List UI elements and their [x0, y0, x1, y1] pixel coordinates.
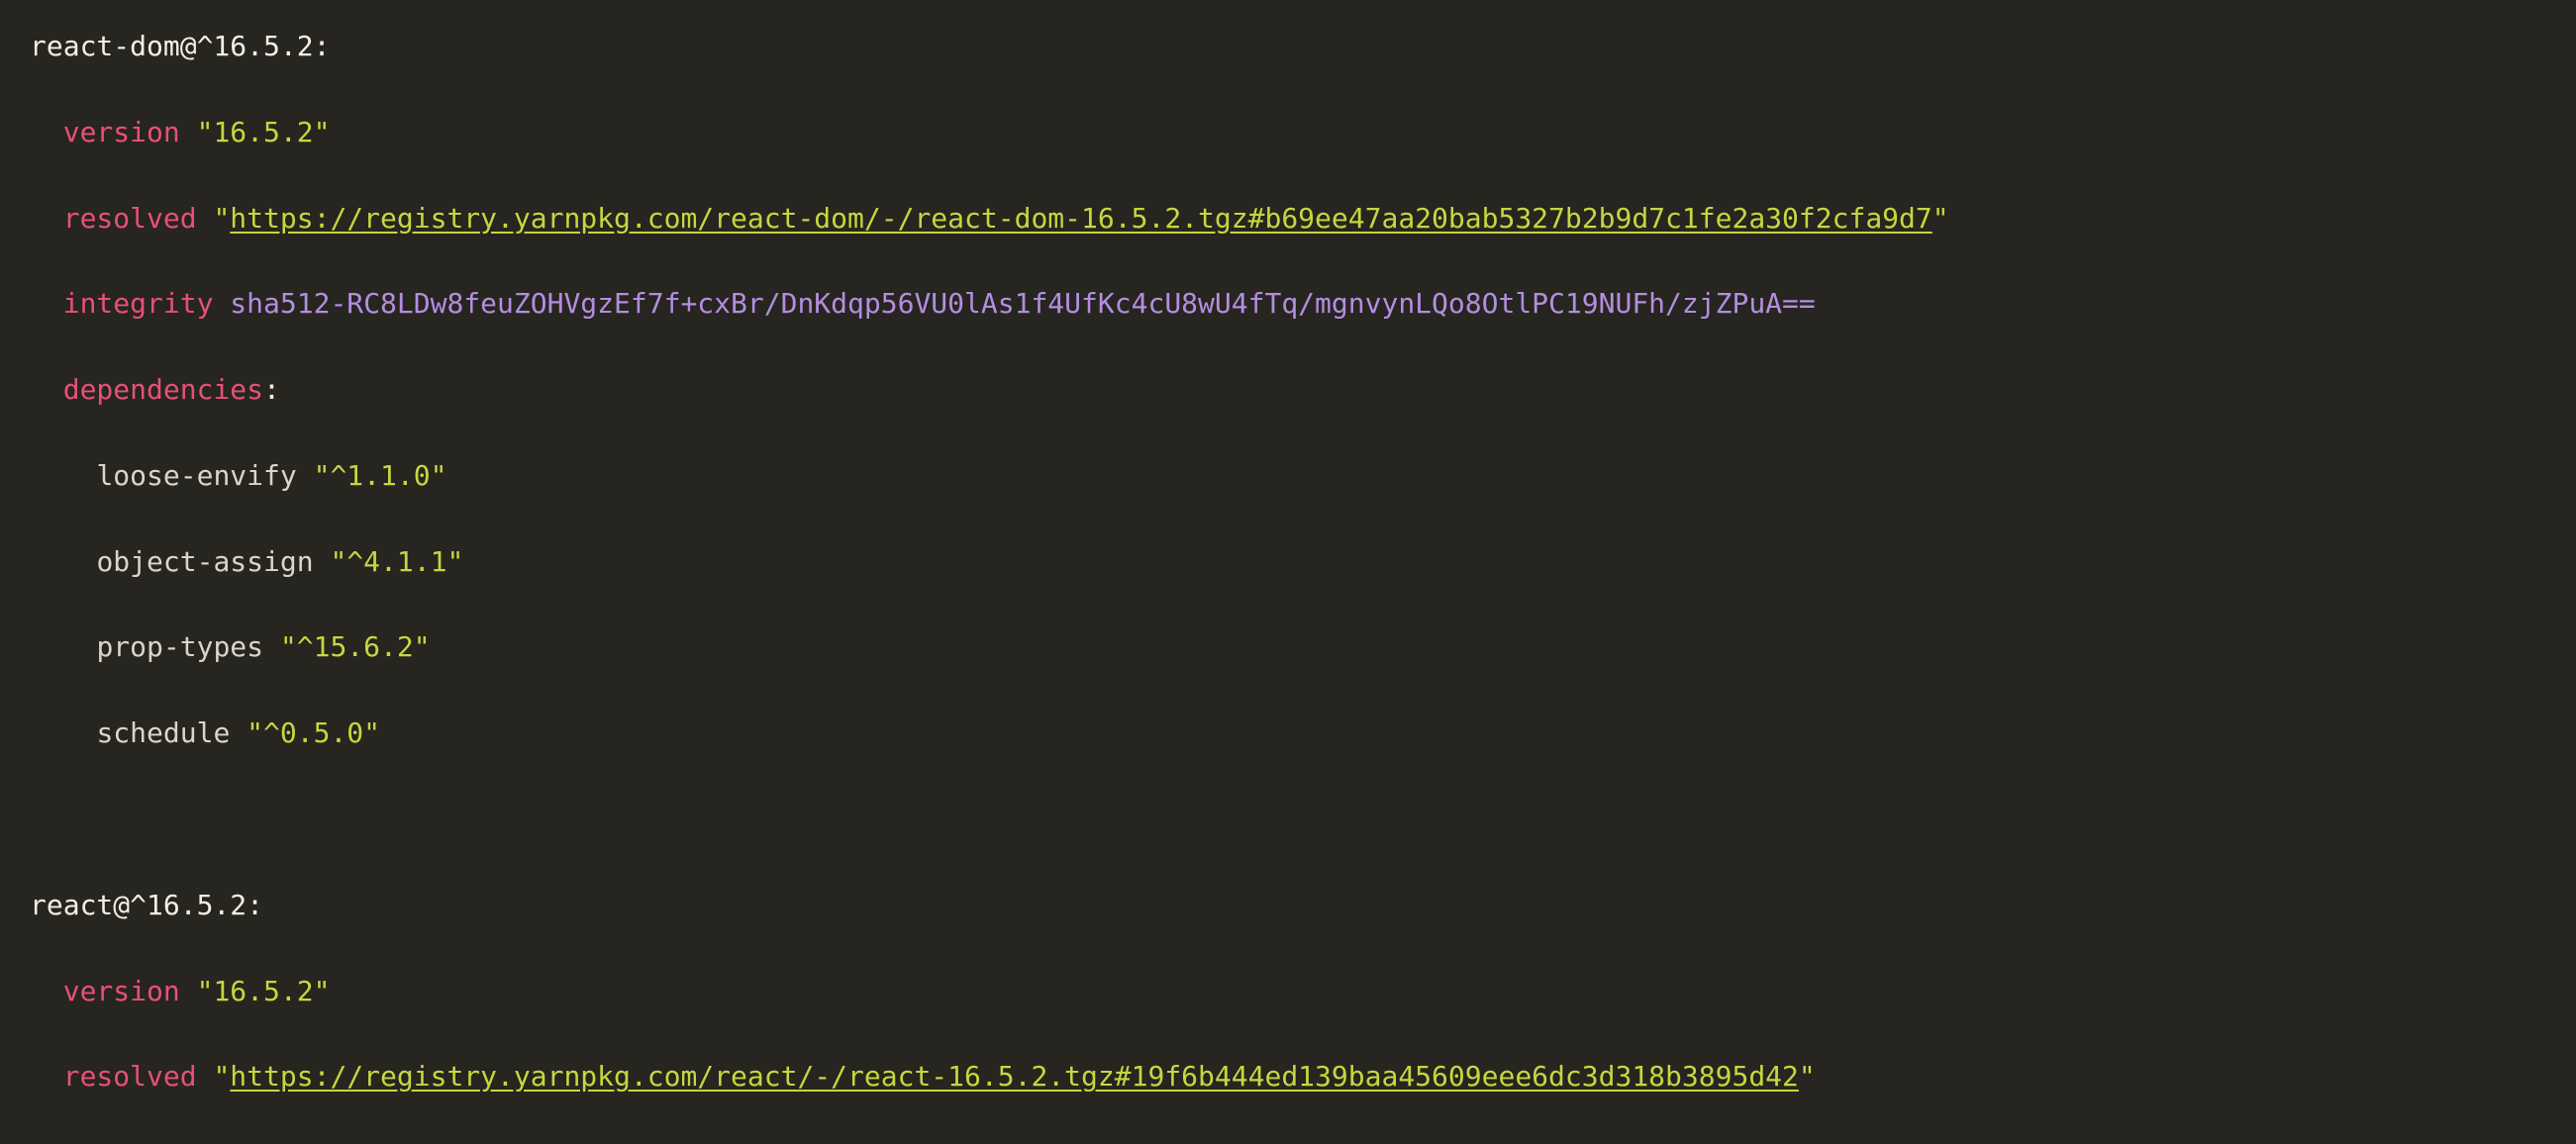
code-line: prop-types "^15.6.2"	[30, 625, 2546, 668]
quote: "	[213, 202, 230, 235]
colon: :	[247, 889, 263, 921]
code-line: resolved "https://registry.yarnpkg.com/r…	[30, 197, 2546, 239]
key-resolved: resolved	[63, 202, 197, 235]
code-line: react@^16.5.2:	[30, 884, 2546, 926]
code-line: version "16.5.2"	[30, 970, 2546, 1012]
dep-range: "^4.1.1"	[330, 545, 463, 578]
key-resolved: resolved	[63, 1060, 197, 1093]
dep-name: loose-envify	[96, 459, 296, 492]
code-line: dependencies:	[30, 368, 2546, 411]
dep-range: "^15.6.2"	[280, 630, 431, 663]
colon: :	[263, 373, 280, 406]
quote: "	[213, 1060, 230, 1093]
quote: "	[1932, 202, 1949, 235]
colon: :	[314, 30, 331, 62]
dep-range: "^0.5.0"	[247, 716, 380, 749]
code-line: integrity sha512-RC8LDw8feuZOHVgzEf7f+cx…	[30, 282, 2546, 325]
key-version: version	[63, 975, 180, 1007]
key-integrity: integrity	[63, 287, 214, 320]
code-line: resolved "https://registry.yarnpkg.com/r…	[30, 1055, 2546, 1097]
code-line: version "16.5.2"	[30, 111, 2546, 153]
dep-name: prop-types	[96, 630, 263, 663]
code-line: react-dom@^16.5.2:	[30, 25, 2546, 67]
resolved-url-link[interactable]: https://registry.yarnpkg.com/react/-/rea…	[230, 1060, 1799, 1093]
blank-line	[30, 798, 2546, 840]
key-version: version	[63, 116, 180, 148]
dep-range: "^1.1.0"	[314, 459, 447, 492]
value-integrity: sha512-RC8LDw8feuZOHVgzEf7f+cxBr/DnKdqp5…	[230, 287, 1815, 320]
key-dependencies: dependencies	[63, 373, 263, 406]
code-line: schedule "^0.5.0"	[30, 712, 2546, 754]
resolved-url-link[interactable]: https://registry.yarnpkg.com/react-dom/-…	[230, 202, 1932, 235]
dep-name: object-assign	[96, 545, 313, 578]
value-version: "16.5.2"	[197, 975, 331, 1007]
package-header: react@^16.5.2	[30, 889, 247, 921]
code-line: loose-envify "^1.1.0"	[30, 454, 2546, 497]
package-header: react-dom@^16.5.2	[30, 30, 314, 62]
dep-name: schedule	[96, 716, 230, 749]
value-version: "16.5.2"	[197, 116, 331, 148]
quote: "	[1799, 1060, 1816, 1093]
code-block[interactable]: react-dom@^16.5.2: version "16.5.2" reso…	[0, 0, 2576, 1144]
code-line: object-assign "^4.1.1"	[30, 540, 2546, 583]
